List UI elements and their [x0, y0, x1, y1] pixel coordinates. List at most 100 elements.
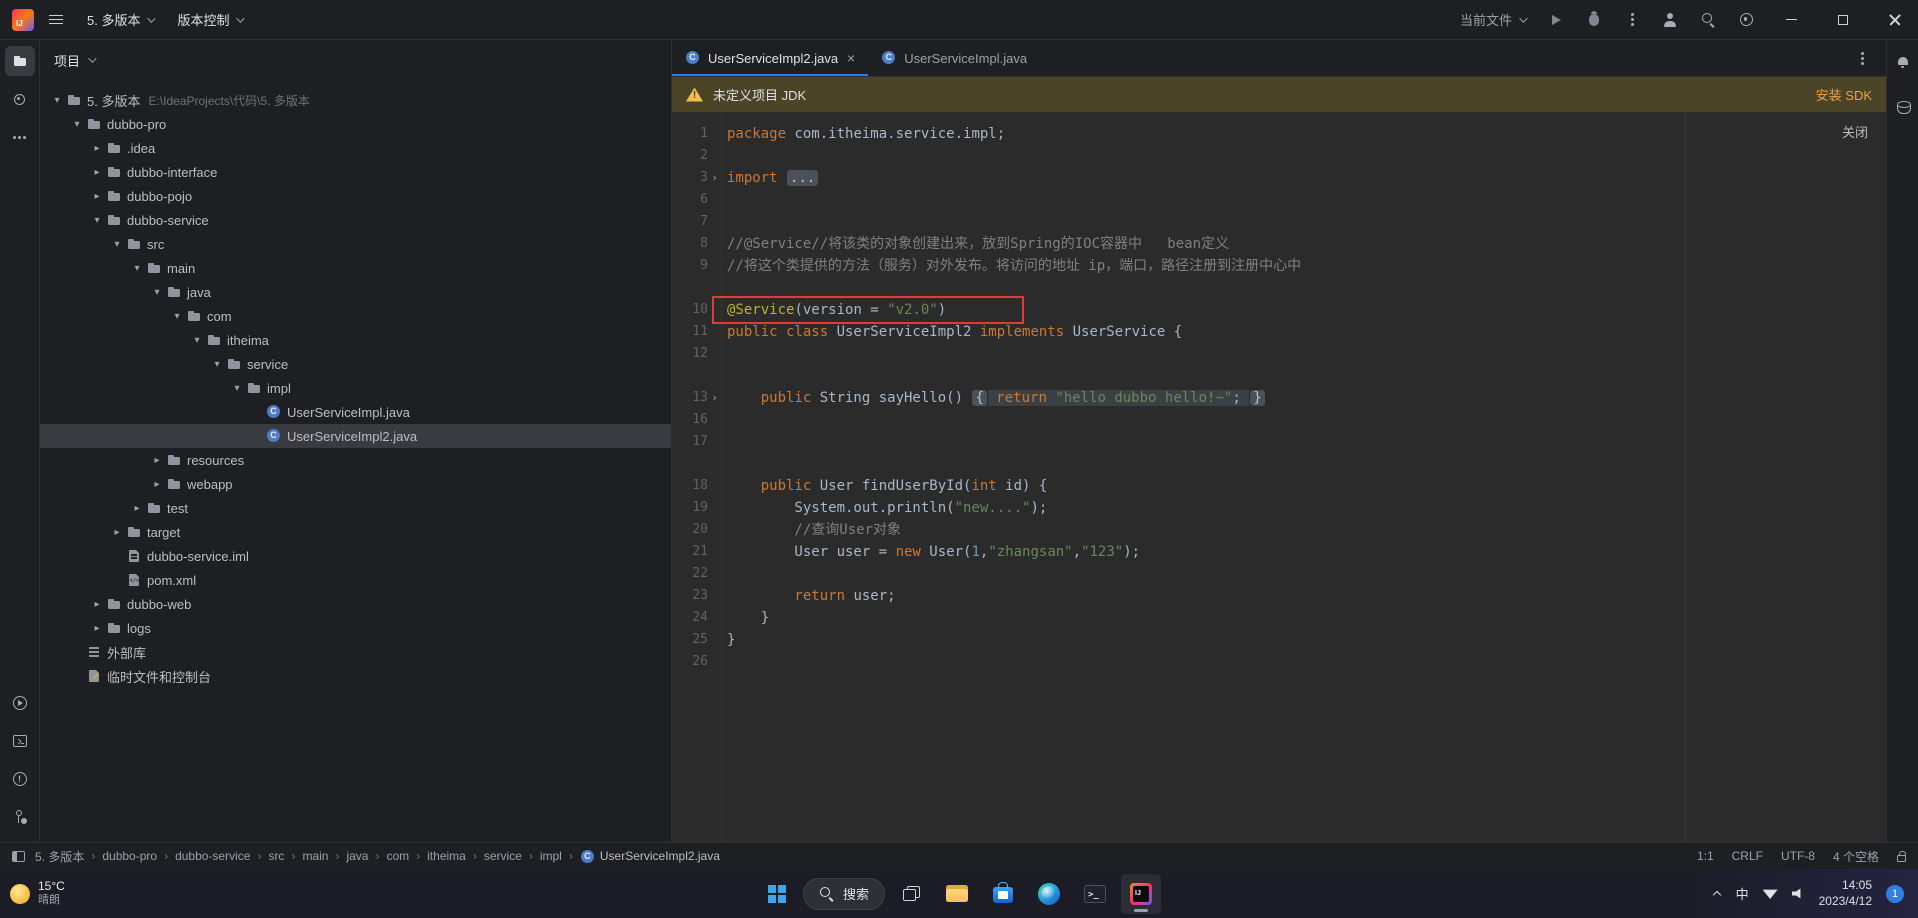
chevron-right-icon[interactable]: ▸ [108, 527, 126, 538]
install-sdk-link[interactable]: 安装 SDK [1816, 85, 1872, 104]
breadcrumb-item[interactable]: java [346, 849, 368, 863]
tree-item[interactable]: pom.xml [40, 568, 671, 592]
breadcrumb-item[interactable]: main [302, 849, 328, 863]
chevron-right-icon[interactable]: ▸ [148, 479, 166, 490]
microsoft-store-button[interactable] [983, 874, 1023, 914]
code-line[interactable]: 13› public String sayHello() { return "h… [672, 387, 1886, 409]
chevron-down-icon[interactable]: ▾ [188, 335, 206, 346]
code-with-me-button[interactable] [1654, 5, 1686, 35]
chevron-right-icon[interactable]: ▸ [88, 623, 106, 634]
tree-item[interactable]: UserServiceImpl2.java [40, 424, 671, 448]
tree-item[interactable]: ▾src [40, 232, 671, 256]
code-line[interactable]: 25} [672, 629, 1886, 651]
terminal-app-button[interactable] [1075, 874, 1115, 914]
chevron-right-icon[interactable]: ▸ [88, 143, 106, 154]
close-tab-icon[interactable]: × [847, 50, 855, 66]
chevron-down-icon[interactable]: ▾ [168, 311, 186, 322]
breadcrumb-item[interactable]: 5. 多版本 [35, 848, 84, 865]
code-line[interactable]: 10@Service(version = "v2.0") [672, 299, 1886, 321]
code-editor[interactable]: 关闭 1package com.itheima.service.impl;23›… [672, 112, 1886, 842]
volume-icon[interactable] [1792, 888, 1805, 899]
tree-item[interactable]: ▸dubbo-web [40, 592, 671, 616]
project-panel-header[interactable]: 项目 [40, 40, 671, 80]
tree-item[interactable]: 外部库 [40, 640, 671, 664]
tree-item[interactable]: ▸webapp [40, 472, 671, 496]
tool-window-layout-icon[interactable] [12, 851, 25, 862]
task-view-button[interactable] [891, 874, 931, 914]
chevron-down-icon[interactable]: ▾ [88, 215, 106, 226]
line-separator[interactable]: CRLF [1732, 849, 1763, 863]
tree-item[interactable]: ▸dubbo-pojo [40, 184, 671, 208]
chevron-down-icon[interactable]: ▾ [208, 359, 226, 370]
debug-button[interactable] [1578, 5, 1610, 35]
fold-marker-icon[interactable]: › [708, 387, 721, 409]
indent-info[interactable]: 4 个空格 [1833, 848, 1879, 865]
code-line[interactable]: 21 User user = new User(1,"zhangsan","12… [672, 541, 1886, 563]
tree-item[interactable]: ▸target [40, 520, 671, 544]
edge-button[interactable] [1029, 874, 1069, 914]
tree-item[interactable]: ▾main [40, 256, 671, 280]
tree-item[interactable]: UserServiceImpl.java [40, 400, 671, 424]
code-line[interactable] [672, 277, 1886, 299]
tree-item[interactable]: ▾impl [40, 376, 671, 400]
search-everywhere-button[interactable] [1692, 5, 1724, 35]
project-widget-button[interactable]: 5. 多版本 [78, 5, 162, 35]
editor-tab[interactable]: UserServiceImpl2.java× [672, 40, 868, 76]
network-icon[interactable] [1763, 888, 1778, 899]
code-line[interactable]: 24 } [672, 607, 1886, 629]
chevron-down-icon[interactable]: ▾ [108, 239, 126, 250]
problems-tool-button[interactable] [5, 764, 35, 794]
notification-badge[interactable]: 1 [1886, 885, 1904, 903]
tree-item[interactable]: ▾dubbo-service [40, 208, 671, 232]
tray-expand-icon[interactable] [1713, 889, 1722, 898]
taskbar-search[interactable]: 搜索 [803, 878, 885, 910]
code-line[interactable]: 9//将这个类提供的方法（服务）对外发布。将访问的地址 ip，端口，路径注册到注… [672, 255, 1886, 277]
clock[interactable]: 14:05 2023/4/12 [1819, 878, 1872, 909]
code-line[interactable]: 2 [672, 145, 1886, 167]
tab-options-button[interactable] [1846, 43, 1878, 73]
services-tool-button[interactable] [5, 688, 35, 718]
chevron-down-icon[interactable]: ▾ [228, 383, 246, 394]
caret-position[interactable]: 1:1 [1697, 849, 1714, 863]
code-line[interactable]: 11public class UserServiceImpl2 implemen… [672, 321, 1886, 343]
chevron-right-icon[interactable]: ▸ [88, 167, 106, 178]
tree-item[interactable]: ▾5. 多版本E:\IdeaProjects\代码\5. 多版本 [40, 88, 671, 112]
code-line[interactable]: 7 [672, 211, 1886, 233]
fold-marker-icon[interactable]: › [708, 167, 721, 189]
code-line[interactable]: 6 [672, 189, 1886, 211]
tree-item[interactable]: ▾com [40, 304, 671, 328]
code-line[interactable]: 19 System.out.println("new...."); [672, 497, 1886, 519]
tree-item[interactable]: ▸resources [40, 448, 671, 472]
file-encoding[interactable]: UTF-8 [1781, 849, 1815, 863]
breadcrumb-item[interactable]: com [386, 849, 409, 863]
code-line[interactable]: 22 [672, 563, 1886, 585]
code-line[interactable]: 18 public User findUserById(int id) { [672, 475, 1886, 497]
tree-item[interactable]: ▾dubbo-pro [40, 112, 671, 136]
chevron-down-icon[interactable]: ▾ [68, 119, 86, 130]
run-config-button[interactable]: 当前文件 [1451, 5, 1534, 35]
breadcrumb-item[interactable]: service [484, 849, 522, 863]
code-line[interactable]: 20 //查询User对象 [672, 519, 1886, 541]
tree-item[interactable]: ▸logs [40, 616, 671, 640]
intellij-taskbar-button[interactable] [1121, 874, 1161, 914]
maximize-button[interactable] [1820, 0, 1866, 40]
notifications-button[interactable] [1888, 48, 1918, 78]
code-line[interactable]: 26 [672, 651, 1886, 673]
code-line[interactable] [672, 365, 1886, 387]
more-run-actions-button[interactable] [1616, 5, 1648, 35]
code-line[interactable] [672, 453, 1886, 475]
code-line[interactable]: 1package com.itheima.service.impl; [672, 123, 1886, 145]
chevron-down-icon[interactable]: ▾ [48, 95, 66, 106]
breadcrumb-item[interactable]: dubbo-pro [102, 849, 157, 863]
database-tool-button[interactable] [1888, 92, 1918, 122]
editor-tab[interactable]: UserServiceImpl.java [868, 40, 1040, 76]
weather-widget[interactable]: 15°C 晴朗 [10, 879, 65, 908]
chevron-down-icon[interactable]: ▾ [148, 287, 166, 298]
tree-item[interactable]: 临时文件和控制台 [40, 664, 671, 688]
breadcrumb-item[interactable]: src [268, 849, 284, 863]
code-line[interactable]: 3›import ... [672, 167, 1886, 189]
main-menu-button[interactable] [40, 5, 72, 35]
chevron-right-icon[interactable]: ▸ [148, 455, 166, 466]
commit-tool-button[interactable] [5, 84, 35, 114]
close-button[interactable] [1872, 0, 1918, 40]
